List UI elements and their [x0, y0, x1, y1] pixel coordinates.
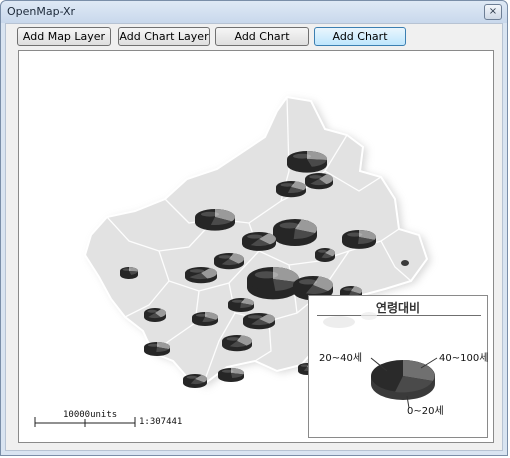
district-pie-chart[interactable]	[273, 219, 317, 246]
map-view[interactable]: 연령대비 20~40세 40~100세 0~20세 10000units 1:3…	[18, 50, 494, 443]
add-chart-layer-button[interactable]: Add Chart Layer	[118, 27, 210, 46]
close-icon[interactable]: ×	[484, 4, 502, 20]
district-pie-chart[interactable]	[315, 248, 336, 262]
district-pie-chart[interactable]	[243, 313, 276, 330]
add-chart-legend-button[interactable]: Add Chart Legend	[314, 27, 406, 61]
district-pie-chart[interactable]	[247, 267, 299, 300]
scale-ratio-label: 1:307441	[139, 417, 183, 427]
district-pie-chart[interactable]	[192, 312, 218, 326]
title-bar[interactable]: OpenMap-Xr ×	[1, 1, 507, 23]
district-pie-chart[interactable]	[144, 342, 170, 356]
district-pie-chart[interactable]	[183, 374, 207, 388]
district-pie-chart[interactable]	[305, 173, 333, 190]
district-pie-chart[interactable]	[185, 267, 217, 284]
district-pie-chart[interactable]	[242, 232, 276, 251]
district-pie-chart[interactable]	[218, 368, 244, 382]
district-pie-chart[interactable]	[276, 181, 306, 198]
client-area: Add Map Layer Add Chart Layer Add Chart …	[5, 23, 503, 451]
legend-label-40-100: 40~100세	[439, 353, 489, 364]
district-pie-chart[interactable]	[120, 267, 138, 279]
add-map-layer-button[interactable]: Add Map Layer	[17, 27, 111, 46]
district-pie-chart[interactable]	[222, 335, 253, 352]
district-pie-chart[interactable]	[195, 209, 235, 231]
district-pie-chart[interactable]	[214, 253, 244, 270]
app-window: OpenMap-Xr × Add Map Layer Add Chart Lay…	[0, 0, 508, 456]
legend-label-0-20: 0~20세	[407, 406, 444, 417]
add-chart-values-button[interactable]: Add Chart Values	[215, 27, 309, 61]
district-pie-chart[interactable]	[228, 298, 255, 312]
scale-distance-label: 10000units	[63, 410, 118, 420]
legend-label-20-40: 20~40세	[319, 353, 363, 364]
window-title: OpenMap-Xr	[7, 5, 76, 18]
district-pie-chart[interactable]	[287, 151, 327, 173]
chart-legend: 연령대비 20~40세 40~100세 0~20세	[308, 295, 488, 438]
district-pie-chart[interactable]	[342, 230, 376, 249]
district-pie-chart[interactable]	[144, 308, 167, 322]
legend-graphic	[323, 312, 438, 409]
